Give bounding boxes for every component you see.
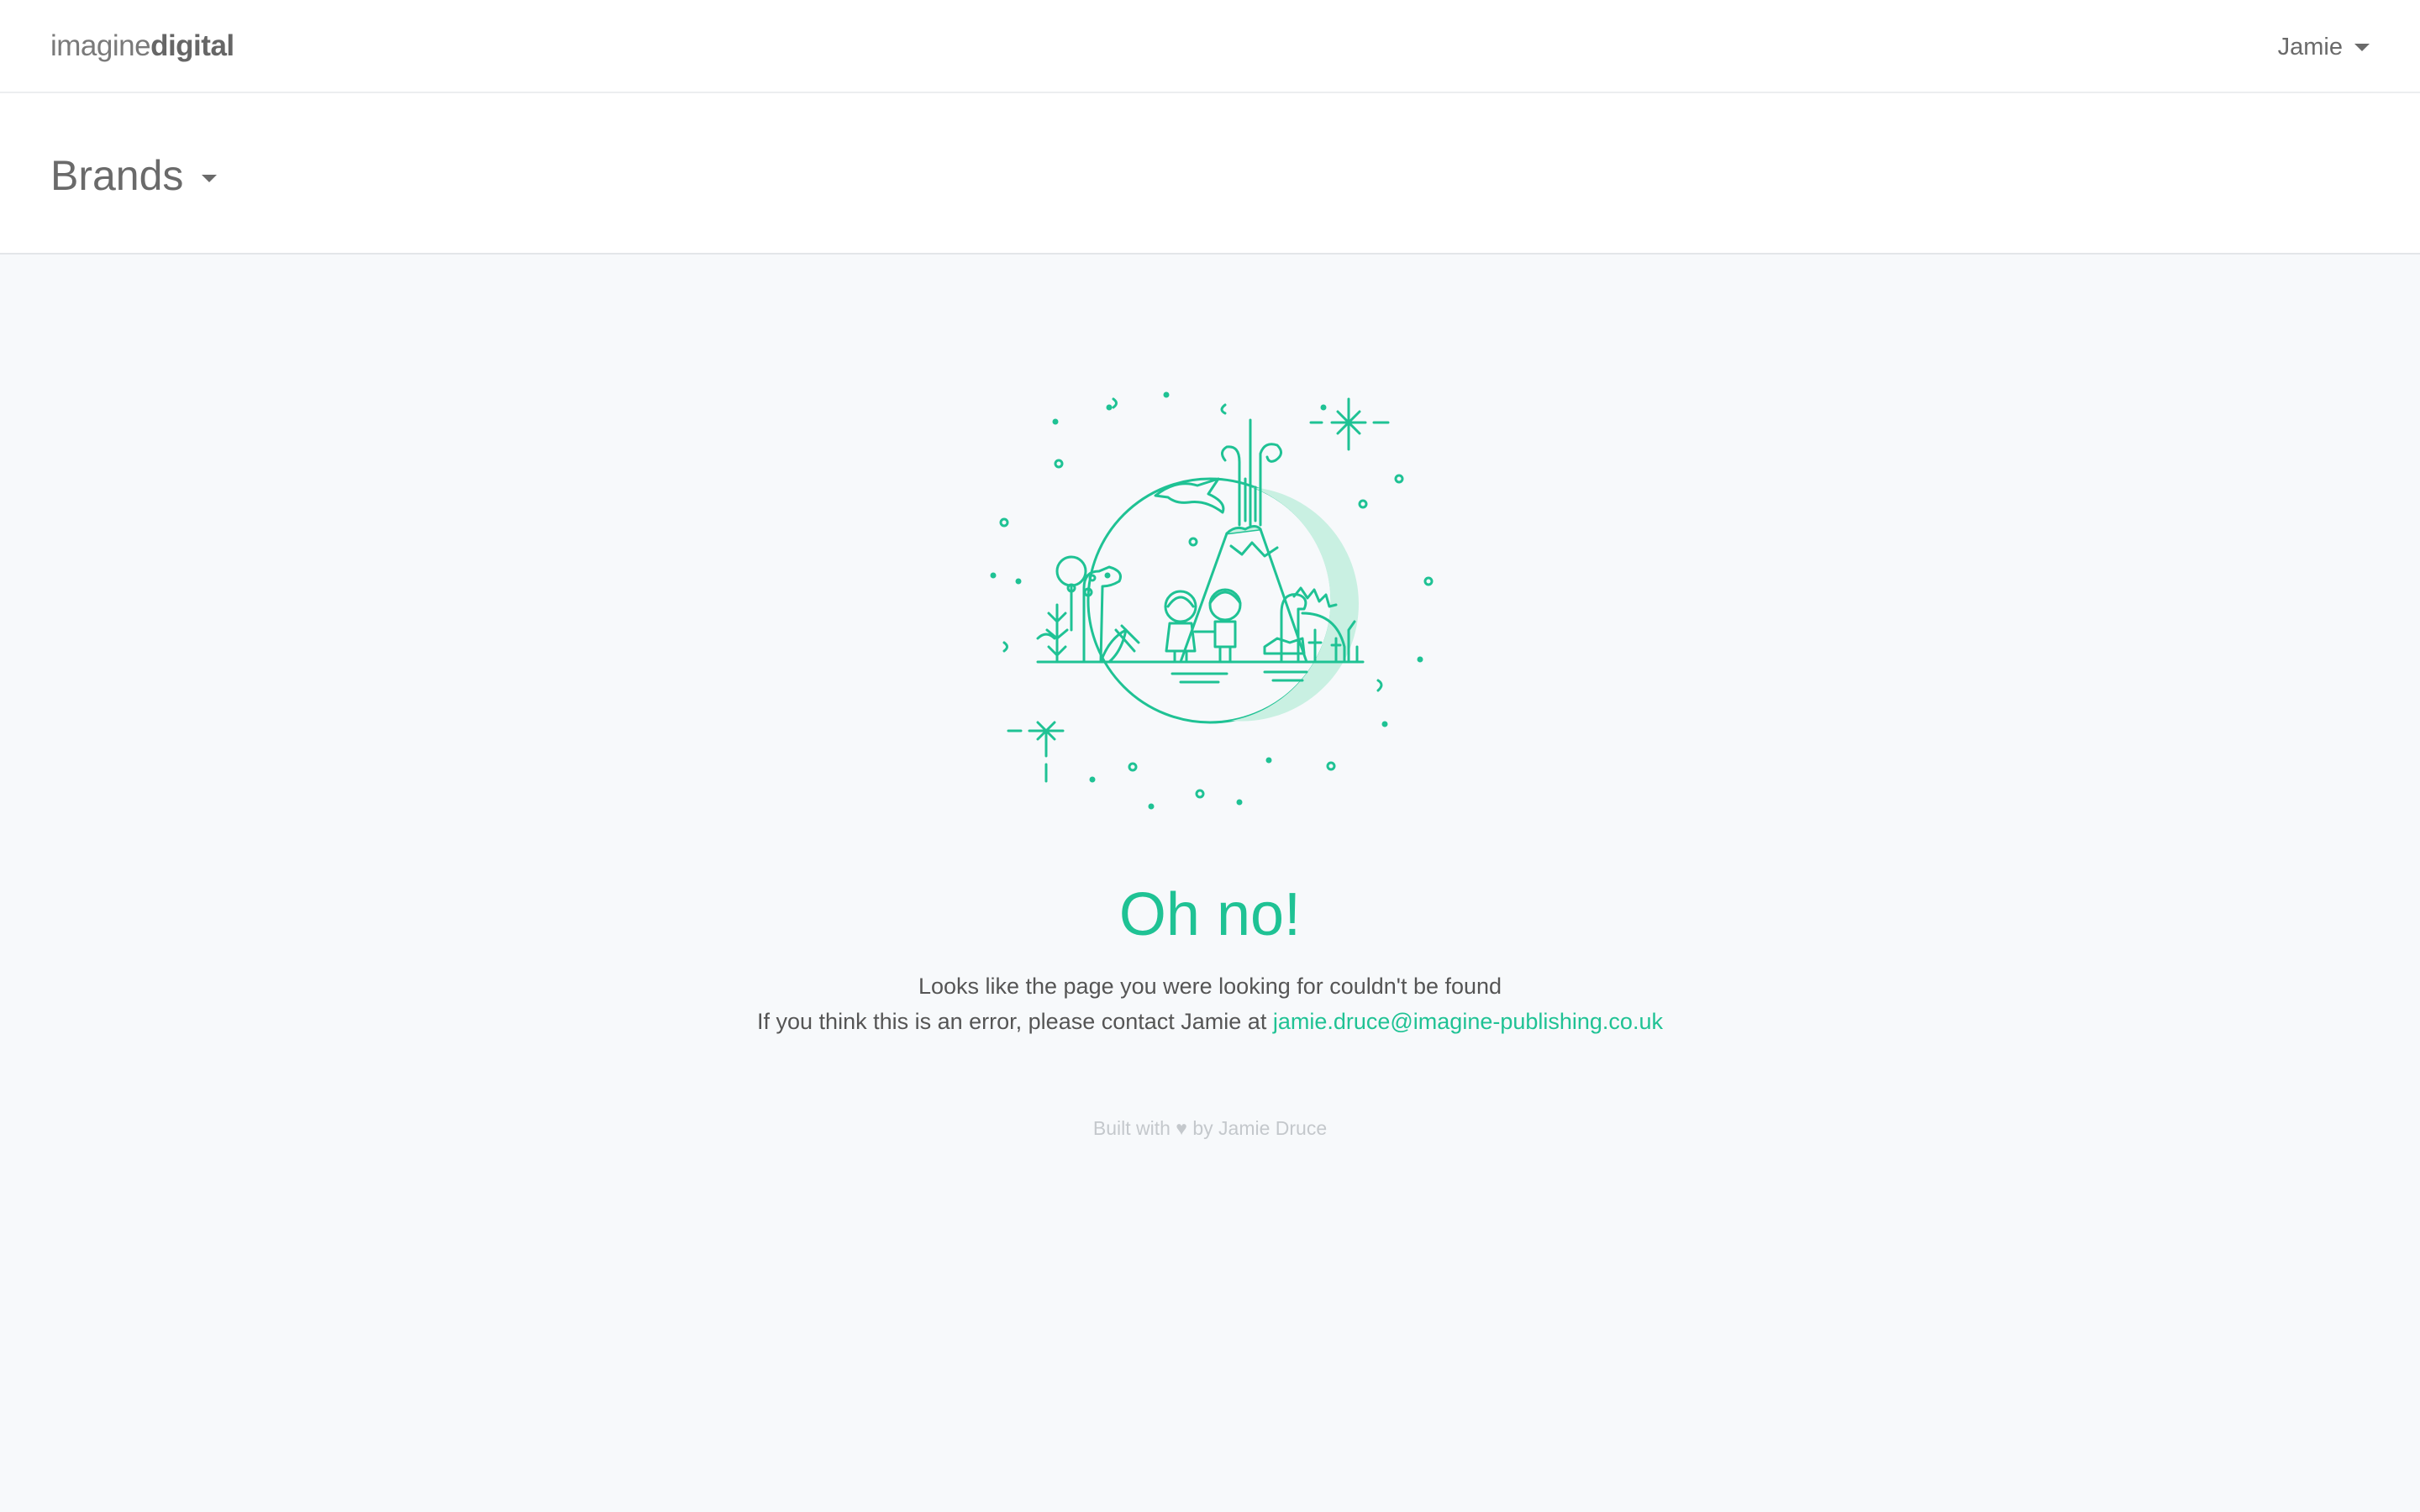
brands-dropdown[interactable]: Brands [50, 150, 218, 201]
logo-light-text: imagine [50, 29, 151, 62]
dinosaur-volcano-illustration [990, 391, 1434, 810]
top-navbar: imaginedigital Jamie [0, 0, 2420, 93]
chevron-down-icon [202, 174, 218, 182]
footer-credit: Built with ♥ by Jamie Druce [0, 1113, 2420, 1143]
contact-email-link[interactable]: jamie.druce@imagine-publishing.co.uk [1273, 1009, 1663, 1034]
footer-author: by Jamie Druce [1192, 1117, 1328, 1139]
error-message-line2: If you think this is an error, please co… [0, 1004, 2420, 1039]
brands-label: Brands [50, 152, 184, 199]
error-message-prefix: If you think this is an error, please co… [757, 1009, 1273, 1034]
logo-bold-text: digital [150, 29, 234, 62]
user-menu-dropdown[interactable]: Jamie [2278, 32, 2370, 62]
error-title: Oh no! [1118, 881, 1302, 948]
logo[interactable]: imaginedigital [50, 29, 234, 64]
brand-bar: Brands [0, 93, 2420, 255]
heart-icon: ♥ [1176, 1117, 1187, 1139]
error-message-line1: Looks like the page you were looking for… [918, 974, 1502, 999]
chevron-down-icon [2354, 43, 2370, 51]
user-name: Jamie [2277, 33, 2343, 60]
footer-built-with: Built with [1092, 1117, 1171, 1139]
